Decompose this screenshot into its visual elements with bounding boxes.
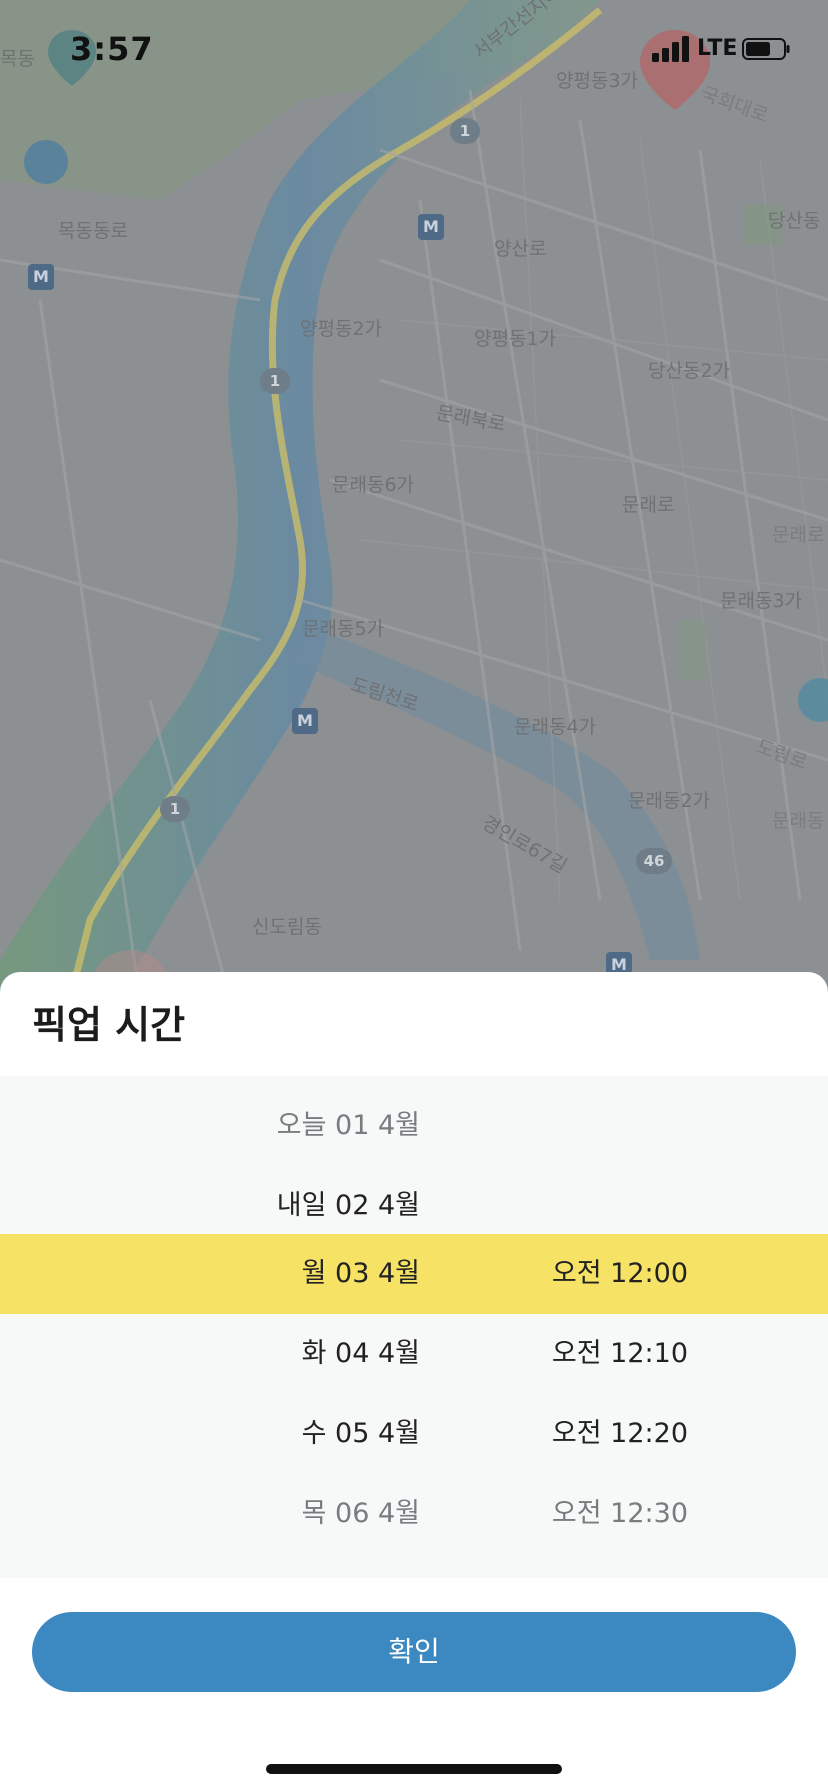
map-label: 문래동6가 <box>332 474 415 496</box>
picker-date: 화 04 4월 <box>301 1338 420 1369</box>
picker-date: 수 05 4월 <box>301 1418 420 1449</box>
map-label: 당산동 <box>768 210 821 232</box>
road-number-badge: 46 <box>636 848 672 874</box>
map-graphic <box>0 0 828 1000</box>
battery-icon <box>742 38 790 60</box>
map-label: 양평동2가 <box>300 318 383 340</box>
map-label: 신도림동 <box>252 916 322 938</box>
map-label: 양산로 <box>494 238 547 260</box>
picker-row[interactable]: 오늘 01 4월 <box>0 1086 828 1166</box>
road-number-badge: 1 <box>160 796 190 822</box>
map-label: 문래동5가 <box>302 618 385 640</box>
picker-time: 오전 12:10 <box>551 1338 688 1369</box>
picker-date: 오늘 01 4월 <box>276 1110 420 1141</box>
signal-strength-icon <box>652 36 689 62</box>
date-time-picker[interactable]: 오늘 01 4월 내일 02 4월 월 03 4월 오전 12:00 화 04 … <box>0 1076 828 1578</box>
map-label: 문래동2가 <box>628 790 711 812</box>
picker-row[interactable]: 수 05 4월 오전 12:20 <box>0 1394 828 1474</box>
picker-time: 오전 12:00 <box>551 1258 688 1289</box>
network-type: LTE <box>697 36 738 61</box>
metro-station-icon[interactable]: M <box>28 264 54 290</box>
map-label: 목동동로 <box>58 220 128 242</box>
sheet-title: 픽업 시간 <box>32 1003 186 1047</box>
status-bar: 3:57 LTE <box>0 0 828 100</box>
map-label: 양평동1가 <box>474 328 557 350</box>
map-view[interactable]: 목동 양평동3가 서부간선지하도로 목동동로 양산로 당산동 양평동2가 양평동… <box>0 0 828 1000</box>
picker-row-selected[interactable]: 월 03 4월 오전 12:00 <box>0 1234 828 1314</box>
map-label: 문래동 <box>772 810 825 832</box>
map-label: 문래동3가 <box>720 590 803 612</box>
picker-time: 오전 12:30 <box>551 1498 688 1529</box>
picker-row[interactable]: 화 04 4월 오전 12:10 <box>0 1314 828 1394</box>
picker-row[interactable]: 목 06 4월 오전 12:30 <box>0 1474 828 1554</box>
map-label: 당산동2가 <box>648 360 731 382</box>
picker-date: 월 03 4월 <box>301 1258 420 1289</box>
road-number-badge: 1 <box>260 368 290 394</box>
status-time: 3:57 <box>70 30 154 68</box>
picker-date: 목 06 4월 <box>301 1498 420 1529</box>
metro-station-icon[interactable]: M <box>292 708 318 734</box>
map-label: 문래로 <box>772 524 825 546</box>
home-indicator[interactable] <box>266 1764 562 1774</box>
road-number-badge: 1 <box>450 118 480 144</box>
metro-station-icon[interactable]: M <box>418 214 444 240</box>
picker-time: 오전 12:20 <box>551 1418 688 1449</box>
confirm-button[interactable]: 확인 <box>32 1612 796 1692</box>
map-label: 문래로 <box>622 494 675 516</box>
map-label: 문래동4가 <box>514 716 597 738</box>
